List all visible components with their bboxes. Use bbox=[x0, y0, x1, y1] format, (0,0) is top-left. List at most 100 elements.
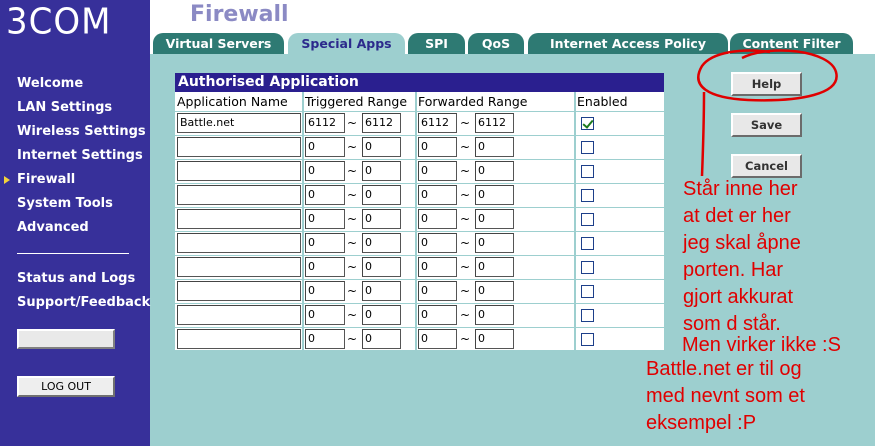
triggered-from-input[interactable]: 0 bbox=[305, 161, 345, 181]
save-button[interactable]: Save bbox=[731, 113, 802, 137]
app-name-input[interactable] bbox=[177, 281, 301, 301]
app-name-input[interactable] bbox=[177, 185, 301, 205]
range-separator: ~ bbox=[460, 140, 471, 154]
triggered-from-input[interactable]: 0 bbox=[305, 137, 345, 157]
authorised-application-table: Authorised Application Application Name T… bbox=[175, 73, 664, 350]
forwarded-from-input[interactable]: 0 bbox=[418, 137, 457, 157]
range-separator: ~ bbox=[347, 212, 358, 226]
sidebar-item-system-tools[interactable]: System Tools bbox=[17, 196, 113, 211]
page-title: Firewall bbox=[190, 2, 289, 27]
app-name-input[interactable] bbox=[177, 209, 301, 229]
forwarded-to-input[interactable]: 6112 bbox=[475, 113, 514, 133]
triggered-to-input[interactable]: 0 bbox=[362, 209, 401, 229]
forwarded-to-input[interactable]: 0 bbox=[475, 209, 514, 229]
tab-content-filter[interactable]: Content Filter bbox=[730, 33, 853, 54]
triggered-to-input[interactable]: 0 bbox=[362, 137, 401, 157]
forwarded-to-input[interactable]: 0 bbox=[475, 257, 514, 277]
triggered-from-input[interactable]: 0 bbox=[305, 185, 345, 205]
app-name-input[interactable] bbox=[177, 329, 301, 349]
sidebar-item-firewall[interactable]: Firewall bbox=[3, 172, 75, 187]
forwarded-to-input[interactable]: 0 bbox=[475, 137, 514, 157]
triggered-to-input[interactable]: 0 bbox=[362, 281, 401, 301]
triggered-from-input[interactable]: 6112 bbox=[305, 113, 345, 133]
triggered-from-input[interactable]: 0 bbox=[305, 305, 345, 325]
annotation-line bbox=[700, 91, 706, 177]
forwarded-from-input[interactable]: 0 bbox=[418, 329, 457, 349]
forwarded-from-input[interactable]: 0 bbox=[418, 209, 457, 229]
triggered-to-input[interactable]: 0 bbox=[362, 305, 401, 325]
nav-divider bbox=[17, 253, 129, 254]
sidebar-item-lan-settings[interactable]: LAN Settings bbox=[17, 100, 112, 115]
sidebar-item-internet-settings[interactable]: Internet Settings bbox=[17, 148, 143, 163]
forwarded-to-input[interactable]: 0 bbox=[475, 281, 514, 301]
range-separator: ~ bbox=[347, 188, 358, 202]
enabled-checkbox[interactable] bbox=[581, 237, 594, 250]
enabled-checkbox[interactable] bbox=[581, 189, 594, 202]
app-name-input[interactable] bbox=[177, 305, 301, 325]
column-header: Enabled bbox=[575, 93, 664, 111]
range-separator: ~ bbox=[460, 164, 471, 178]
forwarded-to-input[interactable]: 0 bbox=[475, 305, 514, 325]
grid-line bbox=[415, 92, 417, 350]
forwarded-to-input[interactable]: 0 bbox=[475, 185, 514, 205]
grid-line bbox=[175, 207, 664, 208]
forwarded-from-input[interactable]: 0 bbox=[418, 233, 457, 253]
sidebar-blank-button[interactable] bbox=[17, 329, 115, 349]
grid-line bbox=[175, 303, 664, 304]
forwarded-to-input[interactable]: 0 bbox=[475, 161, 514, 181]
sidebar-item-support-feedback[interactable]: Support/Feedback bbox=[17, 295, 150, 310]
forwarded-from-input[interactable]: 0 bbox=[418, 281, 457, 301]
sidebar-item-welcome[interactable]: Welcome bbox=[17, 76, 83, 91]
forwarded-to-input[interactable]: 0 bbox=[475, 233, 514, 253]
triggered-to-input[interactable]: 0 bbox=[362, 233, 401, 253]
enabled-checkbox[interactable] bbox=[581, 261, 594, 274]
app-name-input[interactable] bbox=[177, 233, 301, 253]
forwarded-from-input[interactable]: 6112 bbox=[418, 113, 457, 133]
tab-internet-access-policy[interactable]: Internet Access Policy bbox=[528, 33, 728, 54]
triggered-to-input[interactable]: 0 bbox=[362, 161, 401, 181]
forwarded-from-input[interactable]: 0 bbox=[418, 161, 457, 181]
app-name-input[interactable] bbox=[177, 161, 301, 181]
forwarded-from-input[interactable]: 0 bbox=[418, 257, 457, 277]
enabled-checkbox[interactable] bbox=[581, 333, 594, 346]
app-name-input[interactable] bbox=[177, 137, 301, 157]
triggered-to-input[interactable]: 0 bbox=[362, 329, 401, 349]
triggered-from-input[interactable]: 0 bbox=[305, 257, 345, 277]
triggered-from-input[interactable]: 0 bbox=[305, 209, 345, 229]
tab-spi[interactable]: SPI bbox=[408, 33, 465, 54]
help-button[interactable]: Help bbox=[731, 72, 802, 96]
forwarded-from-input[interactable]: 0 bbox=[418, 305, 457, 325]
triggered-to-input[interactable]: 6112 bbox=[362, 113, 401, 133]
app-name-input[interactable] bbox=[177, 257, 301, 277]
triggered-to-input[interactable]: 0 bbox=[362, 185, 401, 205]
sidebar-item-status-and-logs[interactable]: Status and Logs bbox=[17, 271, 135, 286]
cancel-button[interactable]: Cancel bbox=[731, 154, 802, 178]
enabled-checkbox[interactable] bbox=[581, 141, 594, 154]
enabled-checkbox[interactable] bbox=[581, 117, 594, 130]
enabled-checkbox[interactable] bbox=[581, 213, 594, 226]
grid-line bbox=[175, 327, 664, 328]
annotation-text-1: Står inne her at det er her jeg skal åpn… bbox=[683, 178, 801, 335]
enabled-checkbox[interactable] bbox=[581, 165, 594, 178]
grid-line bbox=[175, 231, 664, 232]
enabled-checkbox[interactable] bbox=[581, 309, 594, 322]
triggered-from-input[interactable]: 0 bbox=[305, 233, 345, 253]
triggered-to-input[interactable]: 0 bbox=[362, 257, 401, 277]
enabled-checkbox[interactable] bbox=[581, 285, 594, 298]
range-separator: ~ bbox=[460, 332, 471, 346]
triggered-from-input[interactable]: 0 bbox=[305, 281, 345, 301]
tab-virtual-servers[interactable]: Virtual Servers bbox=[153, 33, 284, 54]
forwarded-to-input[interactable]: 0 bbox=[475, 329, 514, 349]
grid-line bbox=[175, 159, 664, 160]
tab-qos[interactable]: QoS bbox=[468, 33, 524, 54]
range-separator: ~ bbox=[347, 260, 358, 274]
forwarded-from-input[interactable]: 0 bbox=[418, 185, 457, 205]
triggered-from-input[interactable]: 0 bbox=[305, 329, 345, 349]
sidebar-item-advanced[interactable]: Advanced bbox=[17, 220, 89, 235]
app-name-input[interactable]: Battle.net bbox=[177, 113, 301, 133]
tab-special-apps[interactable]: Special Apps bbox=[288, 33, 405, 54]
logout-button[interactable]: LOG OUT bbox=[17, 376, 115, 397]
range-separator: ~ bbox=[347, 164, 358, 178]
sidebar-item-wireless-settings[interactable]: Wireless Settings bbox=[17, 124, 146, 139]
annotation-text-3: Battle.net er til og med nevnt som et ek… bbox=[646, 358, 805, 434]
